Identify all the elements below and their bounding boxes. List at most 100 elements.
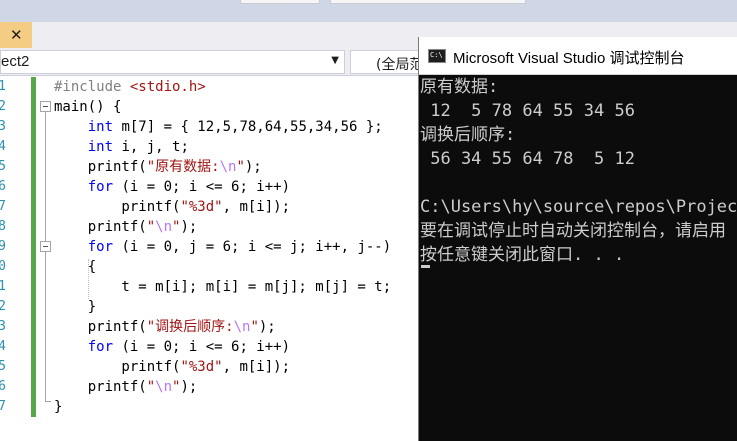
code-token: , m[i]); <box>222 359 291 375</box>
code-token: (i = 0; i <= 6; i++) <box>113 339 291 355</box>
project-dropdown[interactable]: ect2 ▼ <box>0 50 345 74</box>
console-line: 12 5 78 64 55 34 56 <box>420 101 635 121</box>
code-token: \n <box>155 379 173 395</box>
line-number: 7 <box>0 199 6 214</box>
console-line: 要在调试停止时自动关闭控制台，请启用 <box>420 221 726 241</box>
line-number: 15 <box>0 359 6 374</box>
code-token: m[7] = { 12,5,78,64,55,34,56 }; <box>113 119 383 135</box>
collapse-icon[interactable] <box>40 101 51 112</box>
top-strip <box>0 0 737 22</box>
code-line: for (i = 0; i <= 6; i++) <box>54 177 290 197</box>
line-number: 12 <box>0 299 6 314</box>
code-line: int m[7] = { 12,5,78,64,55,34,56 }; <box>54 117 383 137</box>
debug-console-window[interactable]: C:\ Microsoft Visual Studio 调试控制台 原有数据: … <box>418 37 737 441</box>
code-line: printf("%3d", m[i]); <box>54 357 290 377</box>
code-line: } <box>54 297 96 317</box>
line-number: 5 <box>0 159 6 174</box>
code-line: printf("调换后顺序:\n"); <box>54 317 276 337</box>
code-line: #include <stdio.h> <box>54 77 206 97</box>
code-token: ); <box>180 379 198 395</box>
close-icon[interactable]: ✕ <box>10 26 23 44</box>
code-token: int <box>87 139 114 155</box>
console-title-bar[interactable]: C:\ Microsoft Visual Studio 调试控制台 <box>419 37 737 75</box>
code-token: printf( <box>54 219 147 235</box>
console-line: C:\Users\hy\source\repos\Project2 <box>420 197 737 217</box>
line-number: 10 <box>0 259 6 274</box>
code-token: \n <box>219 159 237 175</box>
code-token: "原有数据: <box>146 159 220 175</box>
code-line: for (i = 0, j = 6; i <= j; i++, j--) <box>54 237 391 257</box>
code-token: #include <box>54 79 130 95</box>
code-line: printf("\n"); <box>54 377 198 397</box>
code-token: ); <box>180 219 198 235</box>
code-token: " <box>250 319 259 335</box>
line-number: 1 <box>0 79 6 94</box>
line-number: 2 <box>0 99 6 114</box>
code-token: (i = 0; i <= 6; i++) <box>113 179 291 195</box>
code-token: t = m[i]; m[i] = m[j]; m[j] = t; <box>54 279 392 295</box>
change-tracking-bar <box>31 77 36 417</box>
code-token: \n <box>155 219 173 235</box>
code-line: printf("原有数据:\n"); <box>54 157 262 177</box>
code-token: main() { <box>54 99 122 115</box>
code-token: printf( <box>54 159 147 175</box>
console-line: 按任意键关闭此窗口. . . <box>420 245 625 265</box>
code-token: ); <box>258 319 276 335</box>
code-token: " <box>236 159 245 175</box>
outline-end <box>45 401 51 402</box>
console-app-icon: C:\ <box>428 49 446 63</box>
code-token: (i = 0, j = 6; i <= j; i++, j--) <box>113 239 392 255</box>
toolbar-box <box>240 0 320 4</box>
line-number: 8 <box>0 219 6 234</box>
console-line: 56 34 55 64 78 5 12 <box>420 149 635 169</box>
console-line: 调换后顺序: <box>420 125 516 145</box>
code-token: " <box>146 379 156 395</box>
code-token: printf( <box>54 319 147 335</box>
toolbar-box <box>330 0 526 4</box>
code-token: printf( <box>54 199 181 215</box>
line-number: 3 <box>0 119 6 134</box>
line-number: 14 <box>0 339 6 354</box>
code-token: printf( <box>54 359 181 375</box>
line-number: 13 <box>0 319 6 334</box>
code-token: "%3d" <box>180 199 223 215</box>
document-tab[interactable]: ✕ <box>0 22 32 48</box>
code-token: for <box>87 339 114 355</box>
code-token: int <box>87 119 114 135</box>
console-line: 原有数据: <box>420 77 499 97</box>
line-number: 4 <box>0 139 6 154</box>
code-token: i, j, t; <box>113 139 189 155</box>
code-token: printf( <box>54 379 147 395</box>
project-name: ect2 <box>1 53 30 70</box>
code-token: \n <box>233 319 251 335</box>
line-number: 17 <box>0 399 6 414</box>
code-token: "%3d" <box>180 359 223 375</box>
code-line: printf("\n"); <box>54 217 198 237</box>
code-line: for (i = 0; i <= 6; i++) <box>54 337 290 357</box>
code-line: { <box>54 257 96 277</box>
code-token: } <box>54 399 63 415</box>
code-line: printf("%3d", m[i]); <box>54 197 290 217</box>
code-token: ); <box>244 159 262 175</box>
code-token: } <box>54 299 97 315</box>
code-line: } <box>54 397 62 417</box>
code-token: for <box>87 239 114 255</box>
code-line: t = m[i]; m[i] = m[j]; m[j] = t; <box>54 277 391 297</box>
console-title: Microsoft Visual Studio 调试控制台 <box>453 50 685 67</box>
code-token: <stdio.h> <box>129 79 206 95</box>
line-number: 9 <box>0 239 6 254</box>
line-number: 6 <box>0 179 6 194</box>
chevron-down-icon[interactable]: ▼ <box>331 55 339 66</box>
code-token: , m[i]); <box>222 199 291 215</box>
code-line: int i, j, t; <box>54 137 189 157</box>
collapse-icon[interactable] <box>40 241 51 252</box>
line-number: 11 <box>0 279 6 294</box>
code-token: for <box>87 179 114 195</box>
code-line: main() { <box>54 97 121 117</box>
code-token: "调换后顺序: <box>146 319 234 335</box>
